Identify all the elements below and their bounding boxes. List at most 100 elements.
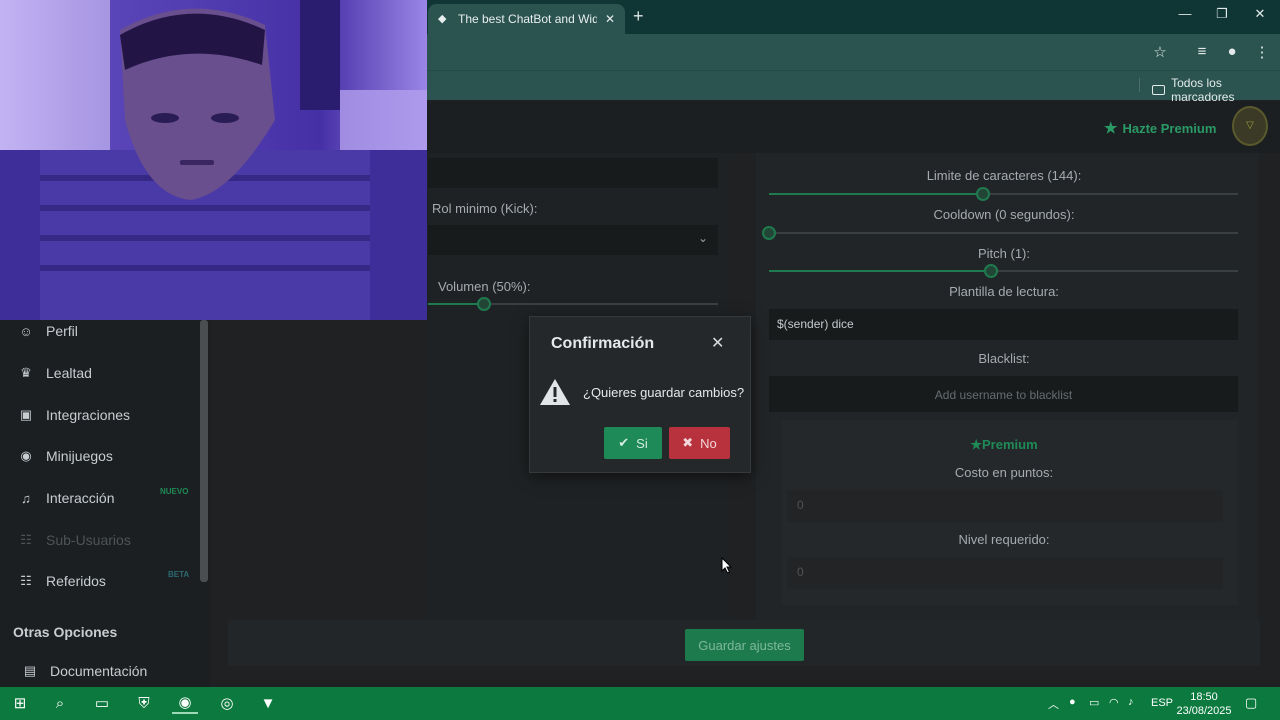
clock-date: 23/08/2025 [1176, 705, 1232, 717]
sidebar-item-label: Referidos [46, 573, 106, 589]
media-queue-icon[interactable]: ≡ [1192, 43, 1212, 60]
sidebar-item-label: Lealtad [46, 365, 92, 381]
confirm-dialog: Confirmación ✕ ¿Quieres guardar cambios?… [529, 316, 751, 473]
volume-slider-fill [428, 303, 484, 305]
window-icon: ▣ [19, 407, 33, 422]
char-limit-label: Limite de caracteres (144): [926, 168, 1082, 183]
tray-chevron-up-icon[interactable]: ︿ [1048, 696, 1059, 712]
wifi-icon[interactable]: ◠ [1109, 696, 1119, 709]
new-badge: NUEVO [160, 487, 189, 496]
char-limit-slider-fill [769, 193, 983, 195]
sidebar-item-label: Interacción [46, 490, 115, 506]
role-select[interactable]: ⌄ [428, 225, 718, 255]
sidebar-item-lealtad[interactable]: ♛ Lealtad [18, 365, 92, 381]
sidebar-item-integraciones[interactable]: ▣ Integraciones [18, 407, 130, 423]
browser-menu-icon[interactable]: ⋮ [1252, 43, 1272, 61]
sidebar-item-label: Minijuegos [46, 448, 113, 464]
volume-slider-knob[interactable] [477, 297, 491, 311]
cooldown-slider-track[interactable] [769, 232, 1238, 234]
dialog-message: ¿Quieres guardar cambios? [583, 385, 745, 400]
sidebar-item-label: Documentación [50, 663, 148, 679]
pitch-slider-knob[interactable] [984, 264, 998, 278]
yes-label: Si [636, 435, 648, 451]
app-v-icon[interactable]: ▼ [255, 692, 281, 714]
sidebar-item-perfil[interactable]: ☺ Perfil [18, 323, 78, 339]
star-icon: ★ [1104, 120, 1118, 137]
bookmarks-separator [1139, 78, 1140, 92]
window-close-icon[interactable]: ✕ [1246, 6, 1274, 22]
premium-link[interactable]: ★ Hazte Premium [1104, 119, 1216, 137]
tab-favicon-icon: ◆ [438, 13, 447, 25]
book-icon: ▤ [23, 663, 37, 678]
sidebar-item-documentacion[interactable]: ▤ Documentación [22, 663, 147, 679]
pitch-slider-fill [769, 270, 991, 272]
tab-close-icon[interactable]: ✕ [605, 12, 615, 26]
char-limit-slider-knob[interactable] [976, 187, 990, 201]
mouse-cursor-icon [721, 557, 733, 574]
premium-heading-label: Premium [982, 437, 1038, 452]
obs-icon[interactable]: ◎ [214, 692, 240, 714]
bookmark-star-icon[interactable]: ☆ [1150, 43, 1170, 61]
sidebar-item-sub-usuarios[interactable]: ☷ Sub-Usuarios [18, 532, 131, 548]
tab-title: The best ChatBot and Widgets [458, 12, 597, 26]
profile-avatar-icon[interactable]: ● [1222, 43, 1242, 60]
beta-badge: BETA [168, 570, 190, 579]
template-label: Plantilla de lectura: [949, 284, 1059, 299]
save-settings-button[interactable]: Guardar ajustes [685, 629, 804, 661]
confirm-no-button[interactable]: ✖ No [669, 427, 730, 459]
pitch-label: Pitch (1): [977, 246, 1030, 261]
cooldown-slider-knob[interactable] [762, 226, 776, 240]
sidebar-item-interaccion[interactable]: ♫ Interacción [18, 490, 114, 506]
sidebar-item-label: Integraciones [46, 407, 131, 423]
maximize-icon[interactable]: ❐ [1208, 6, 1236, 22]
close-icon[interactable]: ✕ [711, 333, 724, 353]
microphone-icon[interactable]: ● [1069, 696, 1076, 708]
no-label: No [700, 435, 717, 451]
notifications-icon[interactable]: ▢ [1245, 695, 1257, 711]
confirm-yes-button[interactable]: ✔ Si [604, 427, 662, 459]
site-logo[interactable]: ▽ [1232, 106, 1268, 146]
cost-label: Costo en puntos: [954, 465, 1054, 480]
text-field[interactable] [428, 158, 718, 188]
clock-time: 18:50 [1190, 691, 1218, 703]
search-icon[interactable]: ⌕ [47, 692, 73, 714]
sidebar-item-minijuegos[interactable]: ◉ Minijuegos [18, 448, 113, 464]
premium-link-label: Hazte Premium [1122, 120, 1217, 136]
taskbar-clock[interactable]: 18:50 23/08/2025 [1172, 690, 1236, 718]
webcam-image [0, 0, 427, 320]
minimize-icon[interactable]: — [1171, 6, 1199, 21]
gamepad-icon: ◉ [20, 448, 32, 463]
blacklist-input[interactable]: Add username to blacklist [769, 376, 1238, 412]
all-bookmarks-label: Todos los marcadores [1171, 76, 1235, 104]
sidebar-scrollbar[interactable] [200, 320, 208, 582]
cost-input[interactable]: 0 [787, 490, 1223, 522]
volume-label: Volumen (50%): [438, 279, 531, 294]
volume-icon[interactable]: ♪ [1128, 696, 1134, 708]
security-shield-icon[interactable]: ⛨ [131, 692, 157, 714]
premium-heading: ★Premium [769, 437, 1239, 453]
x-icon: ✖ [682, 435, 694, 450]
user-icon: ☺ [19, 323, 33, 339]
trophy-icon: ♛ [20, 365, 32, 380]
sidebar-item-label: Sub-Usuarios [46, 532, 131, 548]
template-input[interactable]: $(sender) dice [769, 309, 1238, 340]
new-tab-button[interactable]: + [633, 6, 651, 26]
blacklist-label: Blacklist: [978, 351, 1030, 366]
all-bookmarks-button[interactable]: Todos los marcadores [1152, 76, 1280, 104]
start-windows-icon[interactable]: ⊞ [7, 692, 33, 714]
browser-tab[interactable]: ◆ The best ChatBot and Widgets ✕ [428, 4, 625, 34]
chrome-icon[interactable]: ◉ [172, 692, 198, 714]
warning-icon [540, 379, 570, 405]
folder-icon [1152, 85, 1166, 95]
check-icon: ✔ [618, 435, 630, 450]
level-input[interactable]: 0 [787, 557, 1223, 589]
other-options-heading: Otras Opciones [13, 624, 118, 640]
file-explorer-icon[interactable]: ▭ [89, 692, 115, 714]
battery-icon[interactable]: ▭ [1089, 696, 1099, 709]
language-indicator[interactable]: ESP [1151, 697, 1173, 709]
sidebar-item-referidos[interactable]: ☷ Referidos [18, 573, 106, 589]
chevron-down-icon: ⌄ [697, 231, 708, 245]
music-icon: ♫ [21, 490, 31, 506]
star-icon: ★ [970, 437, 982, 452]
dialog-title: Confirmación [551, 335, 655, 352]
